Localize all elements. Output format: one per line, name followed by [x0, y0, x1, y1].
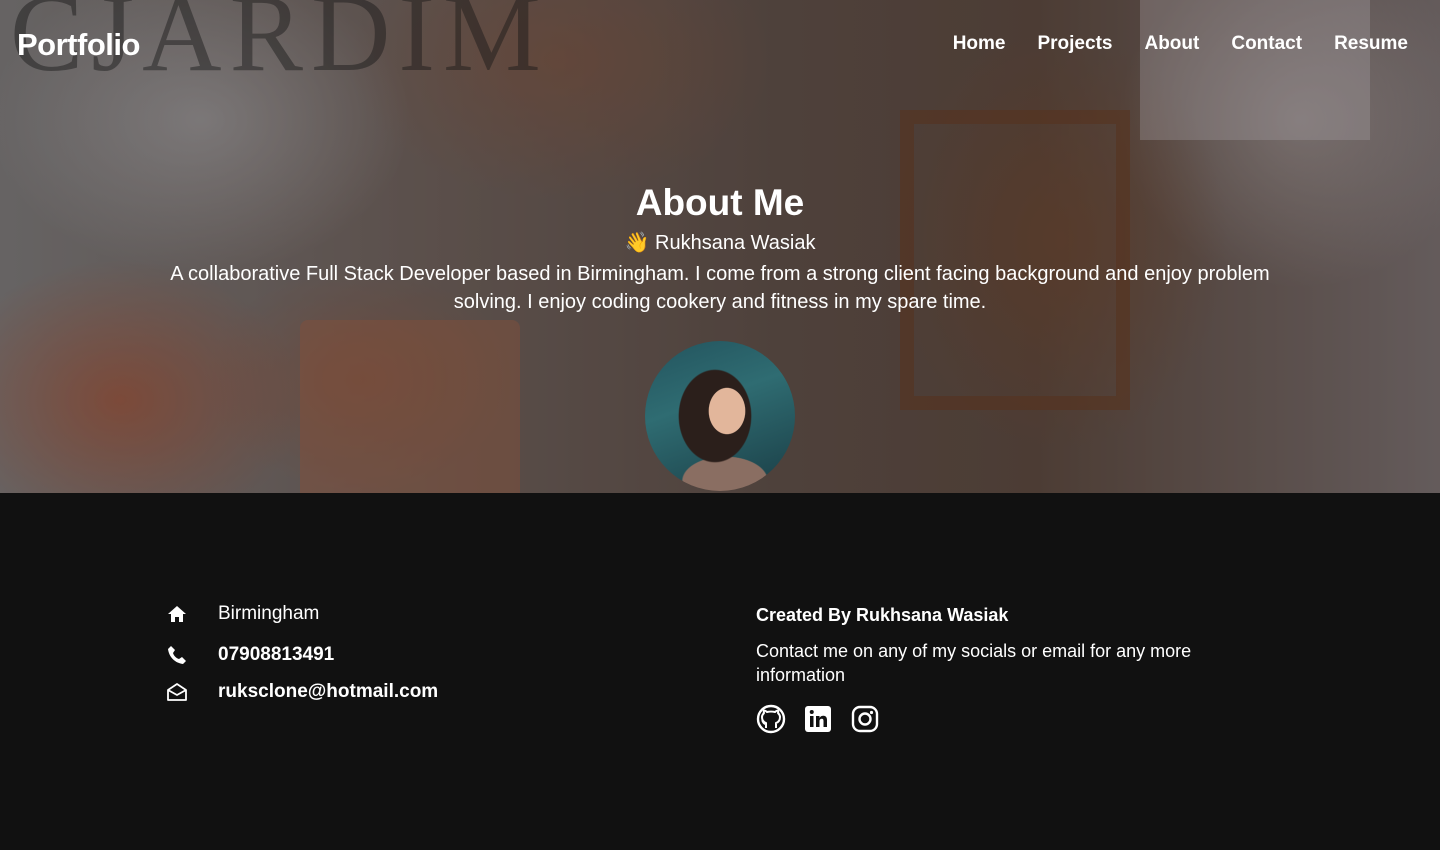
brand-logo[interactable]: Portfolio: [17, 27, 140, 63]
contact-email: ruksclone@hotmail.com: [166, 681, 438, 703]
contact-phone: 07908813491: [166, 644, 334, 666]
social-links: [756, 704, 1256, 734]
envelope-icon: [166, 681, 188, 703]
nav-links: Home Projects About Contact Resume: [953, 33, 1408, 55]
navbar: Portfolio Home Projects About Contact Re…: [0, 0, 1440, 92]
linkedin-icon[interactable]: [803, 704, 833, 734]
bio-text: A collaborative Full Stack Developer bas…: [170, 263, 1270, 313]
author-name: 👋 Rukhsana Wasiak: [624, 232, 816, 254]
about-content: About Me 👋 Rukhsana Wasiak A collaborati…: [0, 180, 1440, 316]
instagram-icon[interactable]: [850, 704, 880, 734]
contact-note: Contact me on any of my socials or email…: [756, 641, 1192, 685]
email-link[interactable]: ruksclone@hotmail.com: [218, 681, 438, 703]
page-title: About Me: [635, 182, 805, 223]
contact-city: Birmingham: [166, 603, 319, 625]
avatar: [645, 341, 795, 491]
nav-contact-link[interactable]: Contact: [1231, 33, 1302, 55]
city-text: Birmingham: [218, 603, 320, 624]
github-icon[interactable]: [756, 704, 786, 734]
nav-projects-link[interactable]: Projects: [1037, 33, 1112, 55]
nav-resume-link[interactable]: Resume: [1334, 33, 1408, 55]
hero-section: CJARDIM Portfolio Home Projects About Co…: [0, 0, 1440, 493]
nav-home-link[interactable]: Home: [953, 33, 1006, 55]
created-by-text: Created By Rukhsana Wasiak: [756, 605, 1009, 625]
nav-about-link[interactable]: About: [1144, 33, 1199, 55]
footer-about: Created By Rukhsana Wasiak Contact me on…: [756, 605, 1256, 734]
footer: Birmingham 07908813491 ruksclone@hotmail…: [0, 493, 1440, 850]
phone-icon: [166, 644, 188, 666]
phone-text[interactable]: 07908813491: [218, 644, 334, 666]
home-icon: [166, 603, 188, 625]
background-photo-mug: [300, 320, 520, 493]
